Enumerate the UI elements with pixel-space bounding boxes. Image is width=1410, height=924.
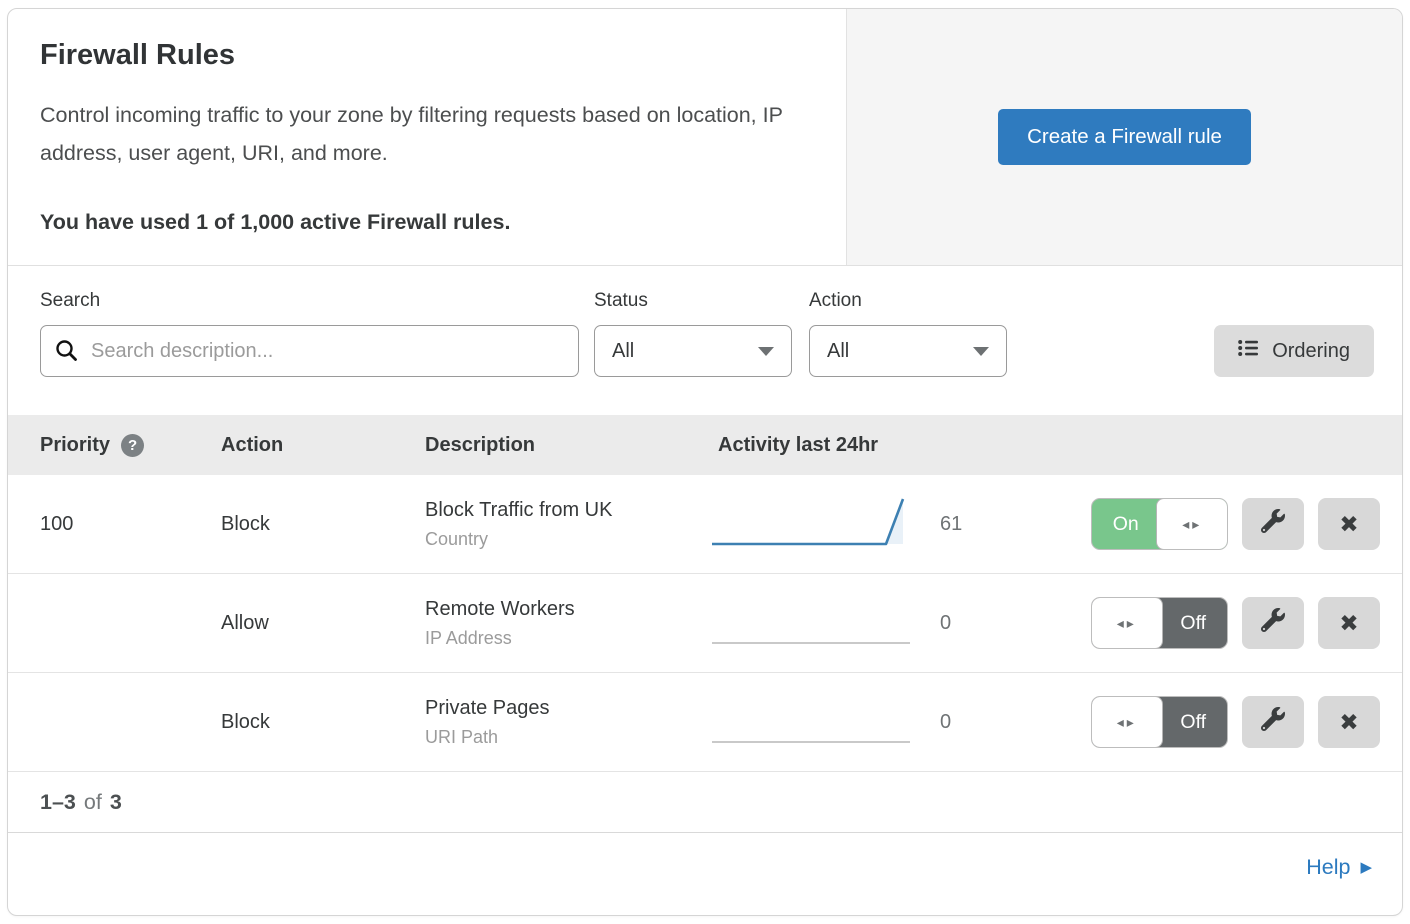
ordering-button[interactable]: Ordering xyxy=(1214,325,1374,377)
rule-name: Remote Workers xyxy=(425,598,700,621)
rule-enabled-toggle[interactable]: ◂▸ Off xyxy=(1091,696,1228,748)
toggle-off-label: Off xyxy=(1160,598,1228,648)
activity-sparkline xyxy=(700,492,923,556)
drag-handle-icon[interactable]: ◂▸ xyxy=(1091,597,1163,649)
priority-help-icon[interactable]: ? xyxy=(121,434,144,457)
chevron-down-icon xyxy=(973,347,989,356)
wrench-icon xyxy=(1261,608,1285,638)
edit-rule-button[interactable] xyxy=(1242,498,1304,550)
edit-rule-button[interactable] xyxy=(1242,597,1304,649)
help-arrow-icon: ▶ xyxy=(1360,858,1372,876)
page-description: Control incoming traffic to your zone by… xyxy=(40,96,810,172)
close-icon: ✖ xyxy=(1339,709,1358,736)
rule-action: Block xyxy=(221,711,425,734)
wrench-icon xyxy=(1261,707,1285,737)
help-link-label: Help xyxy=(1306,855,1350,880)
status-label: Status xyxy=(594,290,792,312)
rule-type: IP Address xyxy=(425,628,700,649)
status-select[interactable]: All xyxy=(594,325,792,377)
action-selected-value: All xyxy=(827,340,849,363)
delete-rule-button[interactable]: ✖ xyxy=(1318,597,1380,649)
rule-priority: 100 xyxy=(8,513,221,536)
ordering-list-icon xyxy=(1238,339,1259,363)
wrench-icon xyxy=(1261,509,1285,539)
header-text-block: Firewall Rules Control incoming traffic … xyxy=(8,9,846,265)
pagination-range: 1–3 xyxy=(40,790,76,815)
action-label: Action xyxy=(809,290,1007,312)
rule-action: Allow xyxy=(221,612,425,635)
column-activity: Activity last 24hr xyxy=(700,434,923,457)
activity-count: 0 xyxy=(923,612,1008,635)
rule-enabled-toggle[interactable]: On ◂▸ xyxy=(1091,498,1228,550)
status-selected-value: All xyxy=(612,340,634,363)
action-select[interactable]: All xyxy=(809,325,1007,377)
usage-note: You have used 1 of 1,000 active Firewall… xyxy=(40,210,814,235)
toggle-off-label: Off xyxy=(1160,697,1228,747)
column-action: Action xyxy=(221,434,425,457)
activity-sparkline xyxy=(700,690,923,754)
drag-handle-icon[interactable]: ◂▸ xyxy=(1156,498,1228,550)
pagination-total: 3 xyxy=(110,790,122,815)
page-title: Firewall Rules xyxy=(40,39,814,72)
header-action-panel: Create a Firewall rule xyxy=(846,9,1402,265)
table-row: 100 Block Block Traffic from UK Country … xyxy=(8,475,1402,574)
search-group: Search xyxy=(40,290,579,377)
rule-name: Private Pages xyxy=(425,697,700,720)
close-icon: ✖ xyxy=(1339,610,1358,637)
chevron-down-icon xyxy=(758,347,774,356)
help-link[interactable]: Help ▶ xyxy=(1306,855,1372,880)
status-filter-group: Status All xyxy=(594,290,792,377)
rule-type: URI Path xyxy=(425,727,700,748)
delete-rule-button[interactable]: ✖ xyxy=(1318,696,1380,748)
edit-rule-button[interactable] xyxy=(1242,696,1304,748)
action-filter-group: Action All xyxy=(809,290,1007,377)
table-row: Block Private Pages URI Path 0 ◂▸ Off xyxy=(8,673,1402,772)
rule-name: Block Traffic from UK xyxy=(425,499,700,522)
header-section: Firewall Rules Control incoming traffic … xyxy=(8,9,1402,266)
delete-rule-button[interactable]: ✖ xyxy=(1318,498,1380,550)
search-label: Search xyxy=(40,290,579,312)
rule-action: Block xyxy=(221,513,425,536)
rule-type: Country xyxy=(425,529,700,550)
toggle-on-label: On xyxy=(1092,499,1160,549)
table-row: Allow Remote Workers IP Address 0 ◂▸ Off xyxy=(8,574,1402,673)
help-footer: Help ▶ xyxy=(8,833,1402,901)
firewall-rules-panel: Firewall Rules Control incoming traffic … xyxy=(7,8,1403,916)
activity-count: 0 xyxy=(923,711,1008,734)
drag-handle-icon[interactable]: ◂▸ xyxy=(1091,696,1163,748)
search-input[interactable] xyxy=(40,325,579,377)
pagination-of: of xyxy=(84,790,102,815)
table-header-row: Priority ? Action Description Activity l… xyxy=(8,415,1402,475)
filter-bar: Search Status All Action All xyxy=(8,266,1402,415)
ordering-button-label: Ordering xyxy=(1272,340,1350,363)
close-icon: ✖ xyxy=(1339,511,1358,538)
activity-sparkline xyxy=(700,591,923,655)
create-firewall-rule-button[interactable]: Create a Firewall rule xyxy=(998,109,1251,165)
column-description: Description xyxy=(425,434,700,457)
rule-enabled-toggle[interactable]: ◂▸ Off xyxy=(1091,597,1228,649)
activity-count: 61 xyxy=(923,513,1008,536)
pagination-summary: 1–3 of 3 xyxy=(8,772,1402,833)
column-priority: Priority xyxy=(40,434,110,457)
search-icon xyxy=(55,339,78,367)
